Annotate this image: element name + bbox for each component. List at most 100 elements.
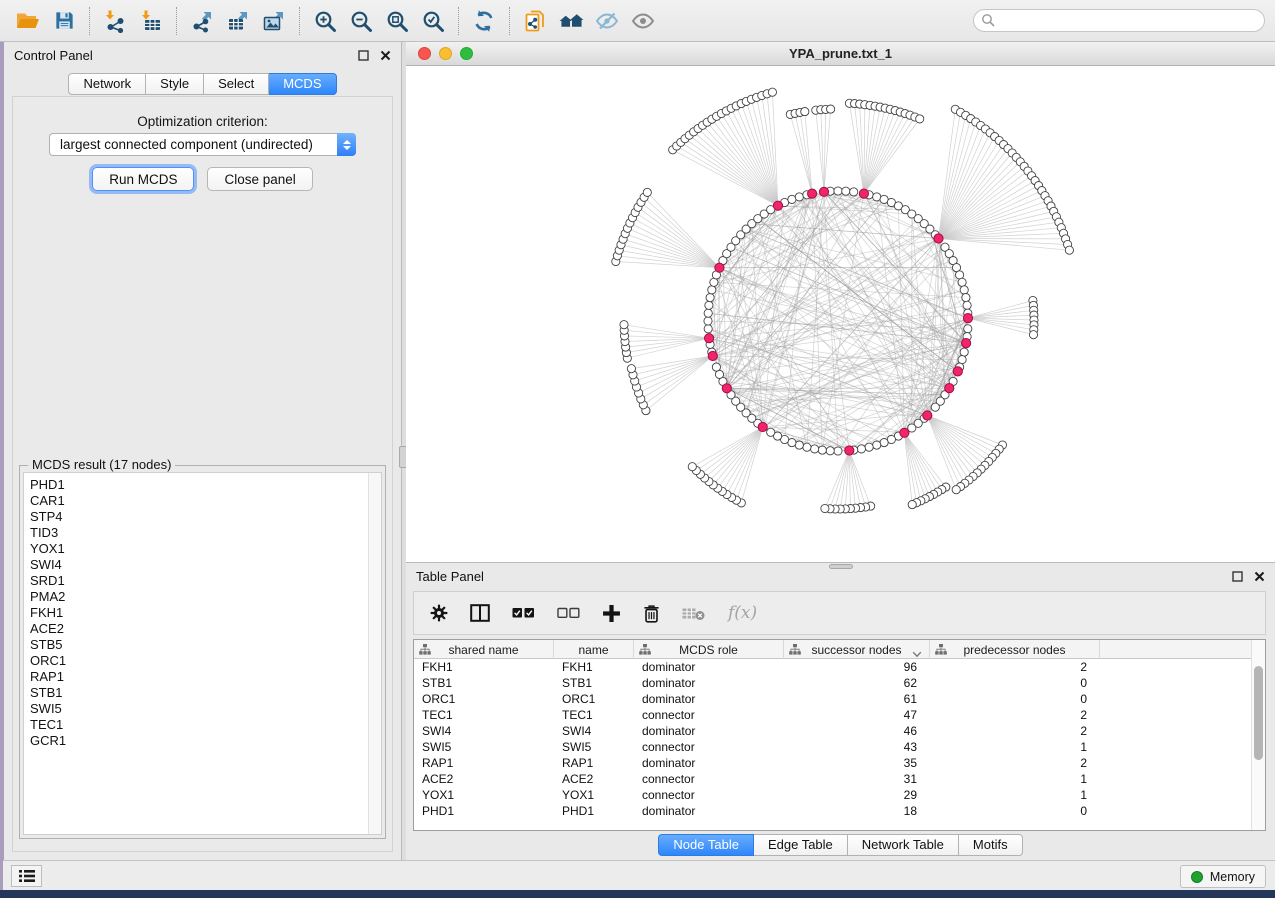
cell-shared-name[interactable]: ORC1	[414, 691, 554, 707]
table-row[interactable]: SWI4SWI4dominator462	[414, 723, 1251, 739]
cell-successor-nodes[interactable]: 29	[784, 787, 930, 803]
import-table-icon[interactable]	[133, 4, 169, 38]
tab-network[interactable]: Network	[68, 73, 146, 95]
cell-predecessor-nodes[interactable]: 0	[930, 675, 1100, 691]
mcds-result-item[interactable]: PHD1	[30, 477, 381, 493]
cell-predecessor-nodes[interactable]: 2	[930, 659, 1100, 675]
show-all-icon[interactable]	[625, 4, 661, 38]
cell-successor-nodes[interactable]: 43	[784, 739, 930, 755]
network-nodes[interactable]	[612, 88, 1074, 513]
mcds-result-item[interactable]: PMA2	[30, 589, 381, 605]
select-all-rows-icon[interactable]	[512, 607, 535, 619]
table-row[interactable]: ORC1ORC1dominator610	[414, 691, 1251, 707]
cell-name[interactable]: SWI5	[554, 739, 634, 755]
cell-predecessor-nodes[interactable]: 1	[930, 771, 1100, 787]
cell-shared-name[interactable]: TEC1	[414, 707, 554, 723]
cell-successor-nodes[interactable]: 18	[784, 803, 930, 819]
cell-mcds-role[interactable]: dominator	[634, 691, 784, 707]
table-scrollbar-thumb[interactable]	[1254, 666, 1263, 760]
table-row[interactable]: YOX1YOX1connector291	[414, 787, 1251, 803]
zoom-out-icon[interactable]	[343, 4, 379, 38]
cell-successor-nodes[interactable]: 47	[784, 707, 930, 723]
import-network-icon[interactable]	[97, 4, 133, 38]
cell-mcds-role[interactable]: connector	[634, 707, 784, 723]
float-icon[interactable]	[1231, 570, 1243, 582]
mcds-result-item[interactable]: SRD1	[30, 573, 381, 589]
cell-name[interactable]: ACE2	[554, 771, 634, 787]
optimization-criterion-select[interactable]: largest connected component (undirected)	[49, 133, 356, 156]
zoom-in-icon[interactable]	[307, 4, 343, 38]
table-row[interactable]: PHD1PHD1dominator180	[414, 803, 1251, 819]
cell-shared-name[interactable]: PHD1	[414, 803, 554, 819]
cell-successor-nodes[interactable]: 46	[784, 723, 930, 739]
cell-mcds-role[interactable]: dominator	[634, 659, 784, 675]
cell-name[interactable]: STB1	[554, 675, 634, 691]
run-mcds-button[interactable]: Run MCDS	[92, 167, 194, 191]
cell-successor-nodes[interactable]: 61	[784, 691, 930, 707]
add-column-icon[interactable]	[602, 604, 621, 623]
deselect-all-rows-icon[interactable]	[557, 607, 580, 619]
export-image-icon[interactable]	[256, 4, 292, 38]
table-row[interactable]: STB1STB1dominator620	[414, 675, 1251, 691]
tab-edge-table[interactable]: Edge Table	[754, 834, 848, 856]
mcds-result-item[interactable]: SWI5	[30, 701, 381, 717]
cell-predecessor-nodes[interactable]: 0	[930, 803, 1100, 819]
cell-predecessor-nodes[interactable]: 0	[930, 691, 1100, 707]
float-icon[interactable]	[357, 49, 369, 61]
zoom-fit-icon[interactable]	[379, 4, 415, 38]
mcds-result-item[interactable]: SWI4	[30, 557, 381, 573]
cell-shared-name[interactable]: ACE2	[414, 771, 554, 787]
task-history-button[interactable]	[11, 865, 42, 887]
cell-mcds-role[interactable]: dominator	[634, 755, 784, 771]
function-builder-icon[interactable]: f(x)	[728, 603, 757, 623]
network-canvas[interactable]	[406, 66, 1275, 562]
cell-predecessor-nodes[interactable]: 2	[930, 755, 1100, 771]
cell-shared-name[interactable]: FKH1	[414, 659, 554, 675]
table-row[interactable]: TEC1TEC1connector472	[414, 707, 1251, 723]
tab-node-table[interactable]: Node Table	[658, 834, 754, 856]
table-settings-gear-icon[interactable]	[430, 604, 448, 622]
mcds-result-item[interactable]: RAP1	[30, 669, 381, 685]
mcds-result-item[interactable]: ACE2	[30, 621, 381, 637]
close-icon[interactable]	[379, 49, 391, 61]
save-session-icon[interactable]	[46, 4, 82, 38]
mcds-result-item[interactable]: GCR1	[30, 733, 381, 749]
cell-mcds-role[interactable]: dominator	[634, 723, 784, 739]
table-row[interactable]: SWI5SWI5connector431	[414, 739, 1251, 755]
network-graph[interactable]	[406, 66, 1275, 562]
cell-mcds-role[interactable]: connector	[634, 771, 784, 787]
tab-select[interactable]: Select	[204, 73, 269, 95]
cell-successor-nodes[interactable]: 35	[784, 755, 930, 771]
cell-mcds-role[interactable]: dominator	[634, 675, 784, 691]
mcds-result-item[interactable]: TEC1	[30, 717, 381, 733]
cell-mcds-role[interactable]: dominator	[634, 803, 784, 819]
export-table-icon[interactable]	[220, 4, 256, 38]
cell-name[interactable]: ORC1	[554, 691, 634, 707]
table-row[interactable]: ACE2ACE2connector311	[414, 771, 1251, 787]
cell-mcds-role[interactable]: connector	[634, 787, 784, 803]
toggle-column-panel-icon[interactable]	[470, 604, 490, 622]
cell-predecessor-nodes[interactable]: 2	[930, 707, 1100, 723]
mcds-result-item[interactable]: STB5	[30, 637, 381, 653]
mcds-result-item[interactable]: ORC1	[30, 653, 381, 669]
memory-button[interactable]: Memory	[1180, 865, 1266, 888]
column-header-successor-nodes[interactable]: successor nodes	[784, 640, 930, 659]
zoom-selected-icon[interactable]	[415, 4, 451, 38]
hide-selected-icon[interactable]	[589, 4, 625, 38]
column-header-mcds-role[interactable]: MCDS role	[634, 640, 784, 659]
cell-name[interactable]: SWI4	[554, 723, 634, 739]
cell-successor-nodes[interactable]: 62	[784, 675, 930, 691]
column-header-name[interactable]: name	[554, 640, 634, 659]
delete-table-icon[interactable]	[682, 606, 706, 621]
table-row[interactable]: FKH1FKH1dominator962	[414, 659, 1251, 675]
cell-shared-name[interactable]: SWI4	[414, 723, 554, 739]
close-panel-button[interactable]: Close panel	[207, 167, 312, 191]
cell-name[interactable]: YOX1	[554, 787, 634, 803]
network-titlebar[interactable]: YPA_prune.txt_1	[406, 42, 1275, 66]
cell-shared-name[interactable]: STB1	[414, 675, 554, 691]
tab-style[interactable]: Style	[146, 73, 204, 95]
cell-name[interactable]: TEC1	[554, 707, 634, 723]
cell-shared-name[interactable]: RAP1	[414, 755, 554, 771]
mcds-result-item[interactable]: YOX1	[30, 541, 381, 557]
tab-network-table[interactable]: Network Table	[848, 834, 959, 856]
